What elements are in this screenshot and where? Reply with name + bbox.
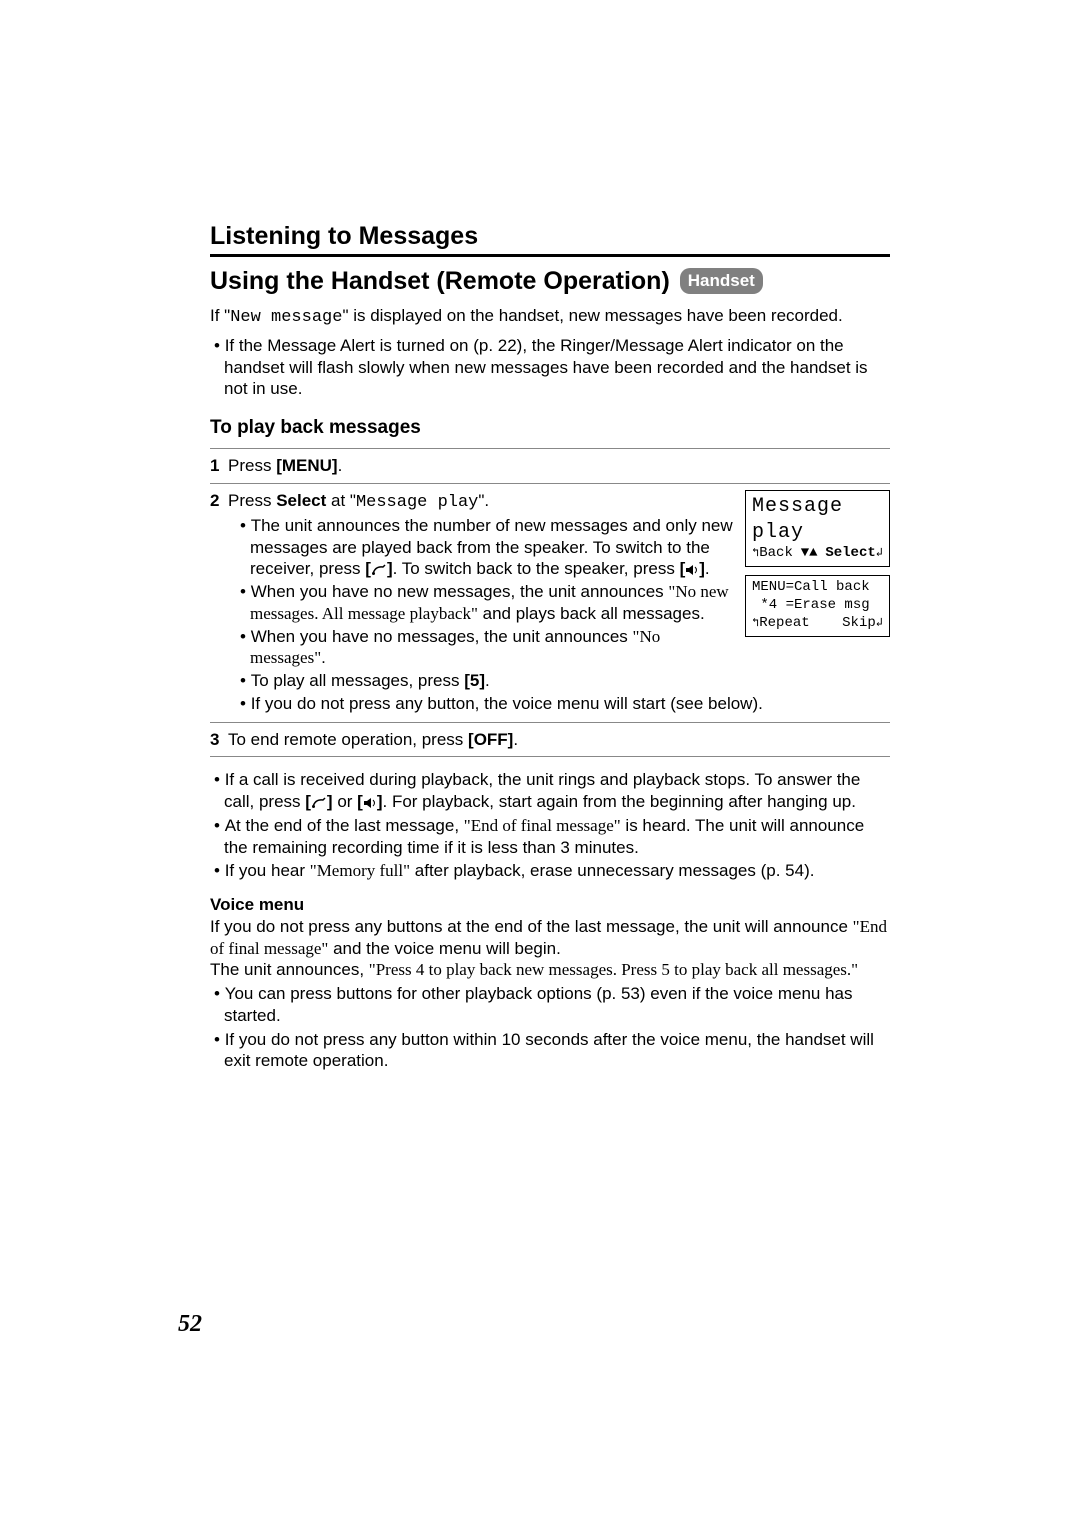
step-number: 3 bbox=[210, 729, 228, 751]
sub-bullet: • To play all messages, press [5]. bbox=[228, 670, 890, 692]
text: If " bbox=[210, 306, 230, 325]
text: ". bbox=[478, 491, 489, 510]
speaker-icon bbox=[685, 564, 699, 576]
lcd-select: Select↲ bbox=[825, 545, 883, 563]
voice-p1: If you do not press any buttons at the e… bbox=[210, 916, 890, 960]
voice-quote: "Memory full" bbox=[310, 861, 410, 880]
subsection-row: Using the Handset (Remote Operation) Han… bbox=[210, 265, 890, 297]
talk-icon bbox=[311, 797, 327, 809]
lcd-softkeys: ↰Repeat Skip↲ bbox=[752, 615, 883, 633]
text: You can press buttons for other playback… bbox=[224, 984, 853, 1025]
lcd-line: MENU=Call back bbox=[752, 579, 883, 597]
voice-p2: The unit announces, "Press 4 to play bac… bbox=[210, 959, 890, 981]
text: If you do not press any button, the voic… bbox=[251, 694, 763, 713]
text: at " bbox=[326, 491, 356, 510]
step-body: Press [MENU]. bbox=[228, 455, 890, 477]
voice-quote: "Press 4 to play back new messages. Pres… bbox=[369, 960, 858, 979]
manual-page: Listening to Messages Using the Handset … bbox=[0, 0, 1080, 1528]
lcd-skip: Skip↲ bbox=[842, 615, 883, 633]
text: If the Message Alert is turned on (p. 22… bbox=[224, 336, 868, 399]
note-bullet: • If you hear "Memory full" after playba… bbox=[210, 860, 890, 882]
alert-bullet: • If the Message Alert is turned on (p. … bbox=[210, 335, 890, 400]
note-bullet: • If a call is received during playback,… bbox=[210, 769, 890, 813]
voice-bullet: • You can press buttons for other playba… bbox=[210, 983, 890, 1027]
sub-bullet: • If you do not press any button, the vo… bbox=[228, 693, 890, 715]
lcd-repeat: ↰Repeat bbox=[752, 615, 810, 633]
voice-quote: "End of final message" bbox=[464, 816, 621, 835]
text: . bbox=[321, 648, 326, 667]
text: after playback, erase unnecessary messag… bbox=[410, 861, 814, 880]
lcd-screen-2: MENU=Call back *4 =Erase msg ↰Repeat Ski… bbox=[745, 575, 890, 637]
text: . bbox=[338, 456, 343, 475]
lcd-softkeys: ↰Back ▼▲ Select↲ bbox=[752, 545, 883, 563]
text: Press bbox=[228, 491, 276, 510]
voice-menu-heading: Voice menu bbox=[210, 894, 890, 916]
step-body: Message play ↰Back ▼▲ Select↲ MENU=Call … bbox=[228, 490, 890, 716]
key-label: [5] bbox=[464, 671, 485, 690]
text: or bbox=[333, 792, 358, 811]
lcd-title: Message play bbox=[752, 494, 883, 545]
text: Press bbox=[228, 456, 276, 475]
mono-text: Message play bbox=[356, 493, 478, 512]
talk-icon bbox=[371, 564, 387, 576]
step-number: 2 bbox=[210, 490, 228, 512]
text: At the end of the last message, bbox=[225, 816, 464, 835]
step-2: 2 Message play ↰Back ▼▲ Select↲ MENU=Cal… bbox=[210, 484, 890, 723]
text: . bbox=[705, 559, 710, 578]
text: and the voice menu will begin. bbox=[328, 939, 560, 958]
subsection-heading: Using the Handset (Remote Operation) bbox=[210, 265, 670, 297]
handset-badge: Handset bbox=[680, 268, 763, 294]
text: . bbox=[513, 730, 518, 749]
page-number: 52 bbox=[178, 1309, 202, 1340]
text: If you hear bbox=[225, 861, 310, 880]
lcd-screens: Message play ↰Back ▼▲ Select↲ MENU=Call … bbox=[745, 490, 890, 645]
text: When you have no new messages, the unit … bbox=[251, 582, 669, 601]
lcd-back: ↰Back bbox=[752, 545, 793, 563]
text: If you do not press any button within 10… bbox=[224, 1030, 874, 1071]
after-notes: • If a call is received during playback,… bbox=[210, 769, 890, 882]
note-bullet: • At the end of the last message, "End o… bbox=[210, 815, 890, 859]
key-label: Select bbox=[276, 491, 326, 510]
text: If you do not press any buttons at the e… bbox=[210, 917, 853, 936]
playback-heading: To play back messages bbox=[210, 416, 890, 440]
text: When you have no messages, the unit anno… bbox=[251, 627, 633, 646]
text: The unit announces, bbox=[210, 960, 369, 979]
step-1: 1 Press [MENU]. bbox=[210, 448, 890, 484]
mono-text: New message bbox=[230, 308, 342, 327]
text: " is displayed on the handset, new messa… bbox=[342, 306, 842, 325]
section-heading: Listening to Messages bbox=[210, 220, 890, 257]
speaker-icon bbox=[363, 797, 377, 809]
step-list: 1 Press [MENU]. 2 Message play ↰Back ▼▲ … bbox=[210, 448, 890, 757]
lcd-nav-icon: ▼▲ bbox=[801, 545, 818, 563]
text: and plays back all messages. bbox=[478, 604, 705, 623]
intro-text: If "New message" is displayed on the han… bbox=[210, 305, 890, 329]
key-label: [MENU] bbox=[276, 456, 337, 475]
text: . For playback, start again from the beg… bbox=[383, 792, 856, 811]
step-3: 3 To end remote operation, press [OFF]. bbox=[210, 723, 890, 758]
lcd-screen-1: Message play ↰Back ▼▲ Select↲ bbox=[745, 490, 890, 567]
text: . To switch back to the speaker, press bbox=[393, 559, 680, 578]
key-label: [OFF] bbox=[468, 730, 513, 749]
step-body: To end remote operation, press [OFF]. bbox=[228, 729, 890, 751]
lcd-line: *4 =Erase msg bbox=[752, 597, 883, 615]
text: . bbox=[485, 671, 490, 690]
text: To end remote operation, press bbox=[228, 730, 468, 749]
step-number: 1 bbox=[210, 455, 228, 477]
text: To play all messages, press bbox=[251, 671, 465, 690]
voice-bullet: • If you do not press any button within … bbox=[210, 1029, 890, 1073]
